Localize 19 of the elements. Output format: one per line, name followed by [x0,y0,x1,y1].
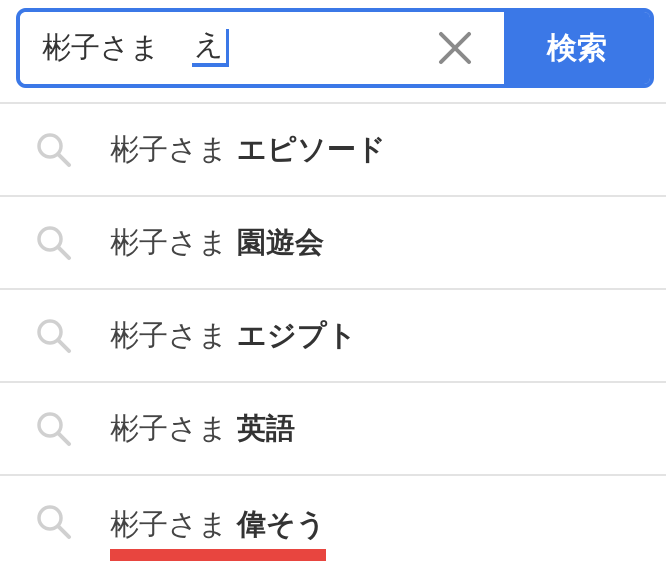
suggestion-text: 彬子さま 園遊会 [110,224,324,261]
search-icon [36,132,72,168]
suggestion-item[interactable]: 彬子さま 英語 [0,383,666,476]
search-icon [36,224,72,260]
suggestion-item[interactable]: 彬子さま 園遊会 [0,197,666,290]
suggestion-text: 彬子さま エピソード [110,130,386,168]
composing-text: え [192,29,229,67]
suggestion-text: 彬子さま エジプト [110,316,358,354]
suggestion-item[interactable]: 彬子さま エジプト [0,290,666,383]
search-button[interactable]: 検索 [504,12,650,84]
search-text: 彬子さま [42,29,160,66]
suggestion-item[interactable]: 彬子さま エピソード [0,104,666,197]
search-icon [36,410,72,446]
search-icon [36,504,72,540]
clear-icon[interactable] [438,31,472,65]
search-icon [36,318,72,354]
suggestion-text: 彬子さま 偉そう [110,506,326,562]
suggestion-item[interactable]: 彬子さま 偉そう [0,476,666,567]
suggestion-text: 彬子さま 英語 [110,410,296,447]
